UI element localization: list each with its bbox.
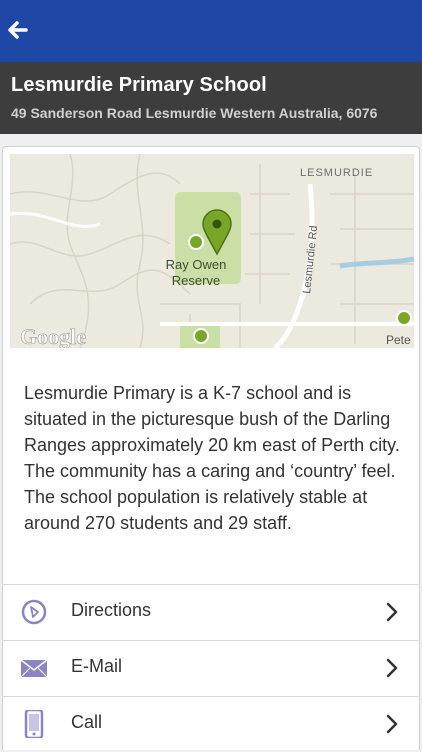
call-row[interactable]: Call — [2, 696, 420, 752]
map-label-suburb: LESMURDIE — [300, 167, 373, 179]
phone-icon — [24, 710, 44, 738]
envelope-icon — [20, 659, 48, 678]
chevron-right-icon — [386, 658, 398, 678]
map-graphic: Ray Owen Reserve LESMURDIE Lesmurdie Rd … — [10, 154, 414, 348]
page-title: Lesmurdie Primary School — [11, 74, 267, 96]
map-label-park-1: Ray Owen — [166, 257, 227, 272]
email-label: E-Mail — [71, 656, 123, 676]
chevron-right-icon — [386, 714, 398, 734]
app-bar — [0, 0, 422, 62]
school-address: 49 Sanderson Road Lesmurdie Western Aust… — [11, 105, 378, 121]
chevron-right-icon — [386, 602, 398, 622]
school-description: Lesmurdie Primary is a K-7 school and is… — [24, 383, 400, 533]
email-row[interactable]: E-Mail — [2, 640, 420, 696]
google-logo: Google — [20, 324, 86, 348]
compass-icon — [21, 599, 47, 625]
directions-row[interactable]: Directions — [2, 584, 420, 640]
back-arrow-icon[interactable] — [6, 16, 30, 44]
location-map[interactable]: Ray Owen Reserve LESMURDIE Lesmurdie Rd … — [10, 154, 414, 348]
call-label: Call — [71, 712, 103, 732]
school-header: Lesmurdie Primary School 49 Sanderson Ro… — [0, 62, 422, 134]
map-label-partial: Pete — [386, 333, 411, 347]
map-label-park-2: Reserve — [172, 273, 220, 288]
directions-label: Directions — [71, 600, 152, 620]
